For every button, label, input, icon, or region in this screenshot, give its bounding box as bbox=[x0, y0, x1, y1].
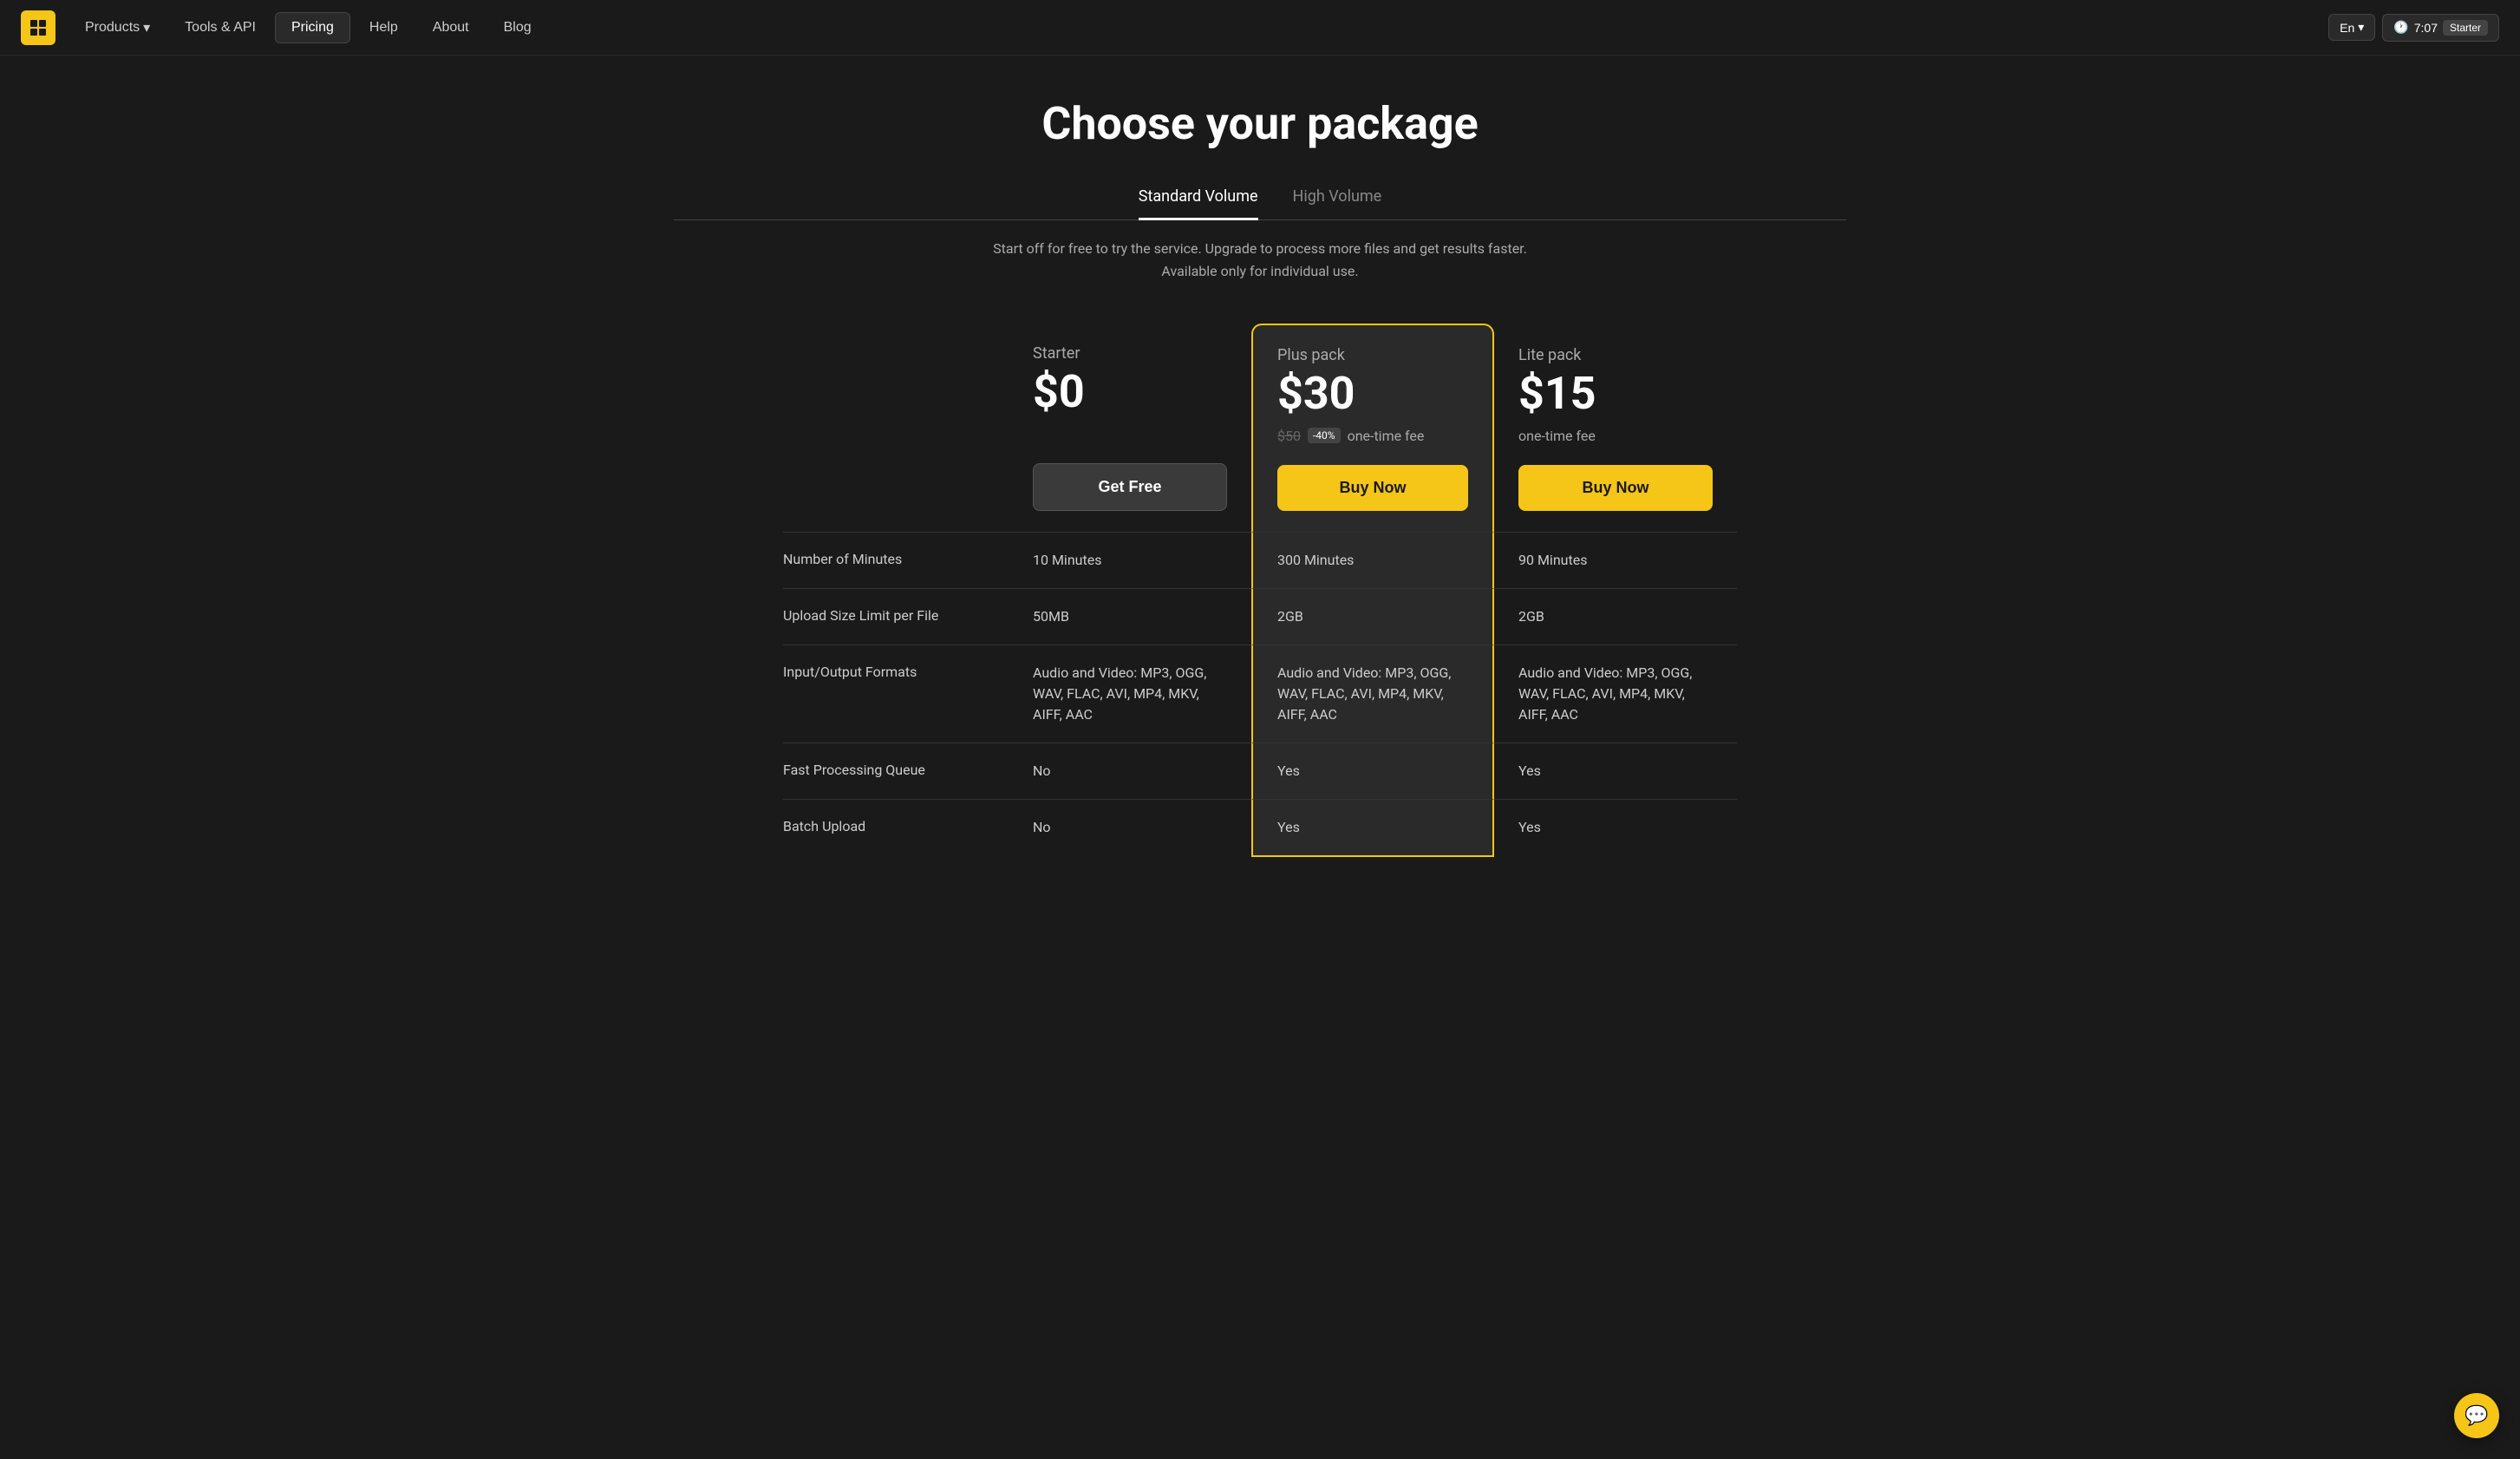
plus-discount-badge: -40% bbox=[1308, 428, 1341, 443]
plus-buy-now-button[interactable]: Buy Now bbox=[1277, 465, 1468, 511]
chevron-down-icon: ▾ bbox=[2358, 20, 2364, 35]
plus-price: $30 bbox=[1277, 371, 1468, 416]
plan-starter-header: Starter $0 Get Free bbox=[1009, 324, 1251, 532]
feature-rows: Number of Minutes 10 Minutes 300 Minutes… bbox=[783, 532, 1737, 857]
feature-starter-formats: Audio and Video: MP3, OGG, WAV, FLAC, AV… bbox=[1009, 644, 1251, 743]
feature-plus-upload: 2GB bbox=[1251, 588, 1494, 644]
chat-icon: 💬 bbox=[2465, 1404, 2488, 1427]
feature-lite-fast-queue: Yes bbox=[1494, 743, 1737, 799]
lite-one-time: one-time fee bbox=[1518, 428, 1596, 444]
feature-starter-fast-queue: No bbox=[1009, 743, 1251, 799]
feature-plus-fast-queue: Yes bbox=[1251, 743, 1494, 799]
nav-tools-api[interactable]: Tools & API bbox=[169, 13, 271, 43]
nav-blog[interactable]: Blog bbox=[488, 13, 547, 43]
lite-buy-now-button[interactable]: Buy Now bbox=[1518, 465, 1713, 511]
plus-plan-name: Plus pack bbox=[1277, 346, 1468, 364]
page-title: Choose your package bbox=[674, 97, 1846, 150]
pricing-header-row: Starter $0 Get Free Plus pack $30 $50 -4… bbox=[783, 324, 1737, 532]
plan-lite-header: Lite pack $15 one-time fee Buy Now bbox=[1494, 325, 1737, 532]
timer-button[interactable]: 🕐 7:07 Starter bbox=[2382, 14, 2499, 42]
feature-lite-upload: 2GB bbox=[1494, 588, 1737, 644]
feature-plus-formats: Audio and Video: MP3, OGG, WAV, FLAC, AV… bbox=[1251, 644, 1494, 743]
feature-label-upload-size: Upload Size Limit per File bbox=[783, 588, 1009, 644]
starter-price: $0 bbox=[1033, 370, 1227, 415]
language-selector[interactable]: En ▾ bbox=[2328, 14, 2375, 41]
chat-button[interactable]: 💬 bbox=[2454, 1393, 2499, 1438]
starter-get-free-button[interactable]: Get Free bbox=[1033, 463, 1227, 511]
nav-products[interactable]: Products ▾ bbox=[69, 12, 166, 43]
chevron-down-icon: ▾ bbox=[143, 19, 150, 36]
pricing-tabs: Standard Volume High Volume bbox=[674, 178, 1846, 220]
subtitle: Start off for free to try the service. U… bbox=[965, 238, 1555, 282]
feature-starter-minutes: 10 Minutes bbox=[1009, 532, 1251, 588]
feature-starter-upload: 50MB bbox=[1009, 588, 1251, 644]
pricing-table: Starter $0 Get Free Plus pack $30 $50 -4… bbox=[783, 324, 1737, 857]
starter-price-details bbox=[1033, 422, 1227, 446]
nav-help[interactable]: Help bbox=[354, 13, 414, 43]
plus-price-details: $50 -40% one-time fee bbox=[1277, 423, 1468, 448]
nav-links: Products ▾ Tools & API Pricing Help Abou… bbox=[69, 12, 2328, 43]
main-content: Choose your package Standard Volume High… bbox=[653, 56, 1867, 926]
lite-price: $15 bbox=[1518, 371, 1713, 416]
lite-price-details: one-time fee bbox=[1518, 423, 1713, 448]
feature-lite-batch: Yes bbox=[1494, 799, 1737, 857]
starter-plan-name: Starter bbox=[1033, 344, 1227, 363]
tab-high-volume[interactable]: High Volume bbox=[1293, 179, 1382, 220]
plus-original-price: $50 bbox=[1277, 428, 1301, 444]
feature-starter-batch: No bbox=[1009, 799, 1251, 857]
lite-plan-name: Lite pack bbox=[1518, 346, 1713, 364]
nav-about[interactable]: About bbox=[417, 13, 485, 43]
plan-plus-header: Plus pack $30 $50 -40% one-time fee Buy … bbox=[1251, 324, 1494, 532]
nav-right: En ▾ 🕐 7:07 Starter bbox=[2328, 14, 2499, 42]
feature-lite-formats: Audio and Video: MP3, OGG, WAV, FLAC, AV… bbox=[1494, 644, 1737, 743]
user-badge: Starter bbox=[2443, 20, 2488, 36]
feature-label-batch-upload: Batch Upload bbox=[783, 799, 1009, 857]
feature-plus-minutes: 300 Minutes bbox=[1251, 532, 1494, 588]
plus-one-time: one-time fee bbox=[1348, 428, 1425, 444]
feature-label-minutes: Number of Minutes bbox=[783, 532, 1009, 588]
tab-standard-volume[interactable]: Standard Volume bbox=[1139, 179, 1258, 220]
feature-plus-batch: Yes bbox=[1251, 799, 1494, 857]
navigation: Products ▾ Tools & API Pricing Help Abou… bbox=[0, 0, 2520, 56]
logo[interactable] bbox=[21, 10, 55, 45]
feature-label-formats: Input/Output Formats bbox=[783, 644, 1009, 743]
feature-lite-minutes: 90 Minutes bbox=[1494, 532, 1737, 588]
feature-label-fast-queue: Fast Processing Queue bbox=[783, 743, 1009, 799]
nav-pricing[interactable]: Pricing bbox=[275, 12, 350, 43]
clock-icon: 🕐 bbox=[2393, 20, 2408, 35]
